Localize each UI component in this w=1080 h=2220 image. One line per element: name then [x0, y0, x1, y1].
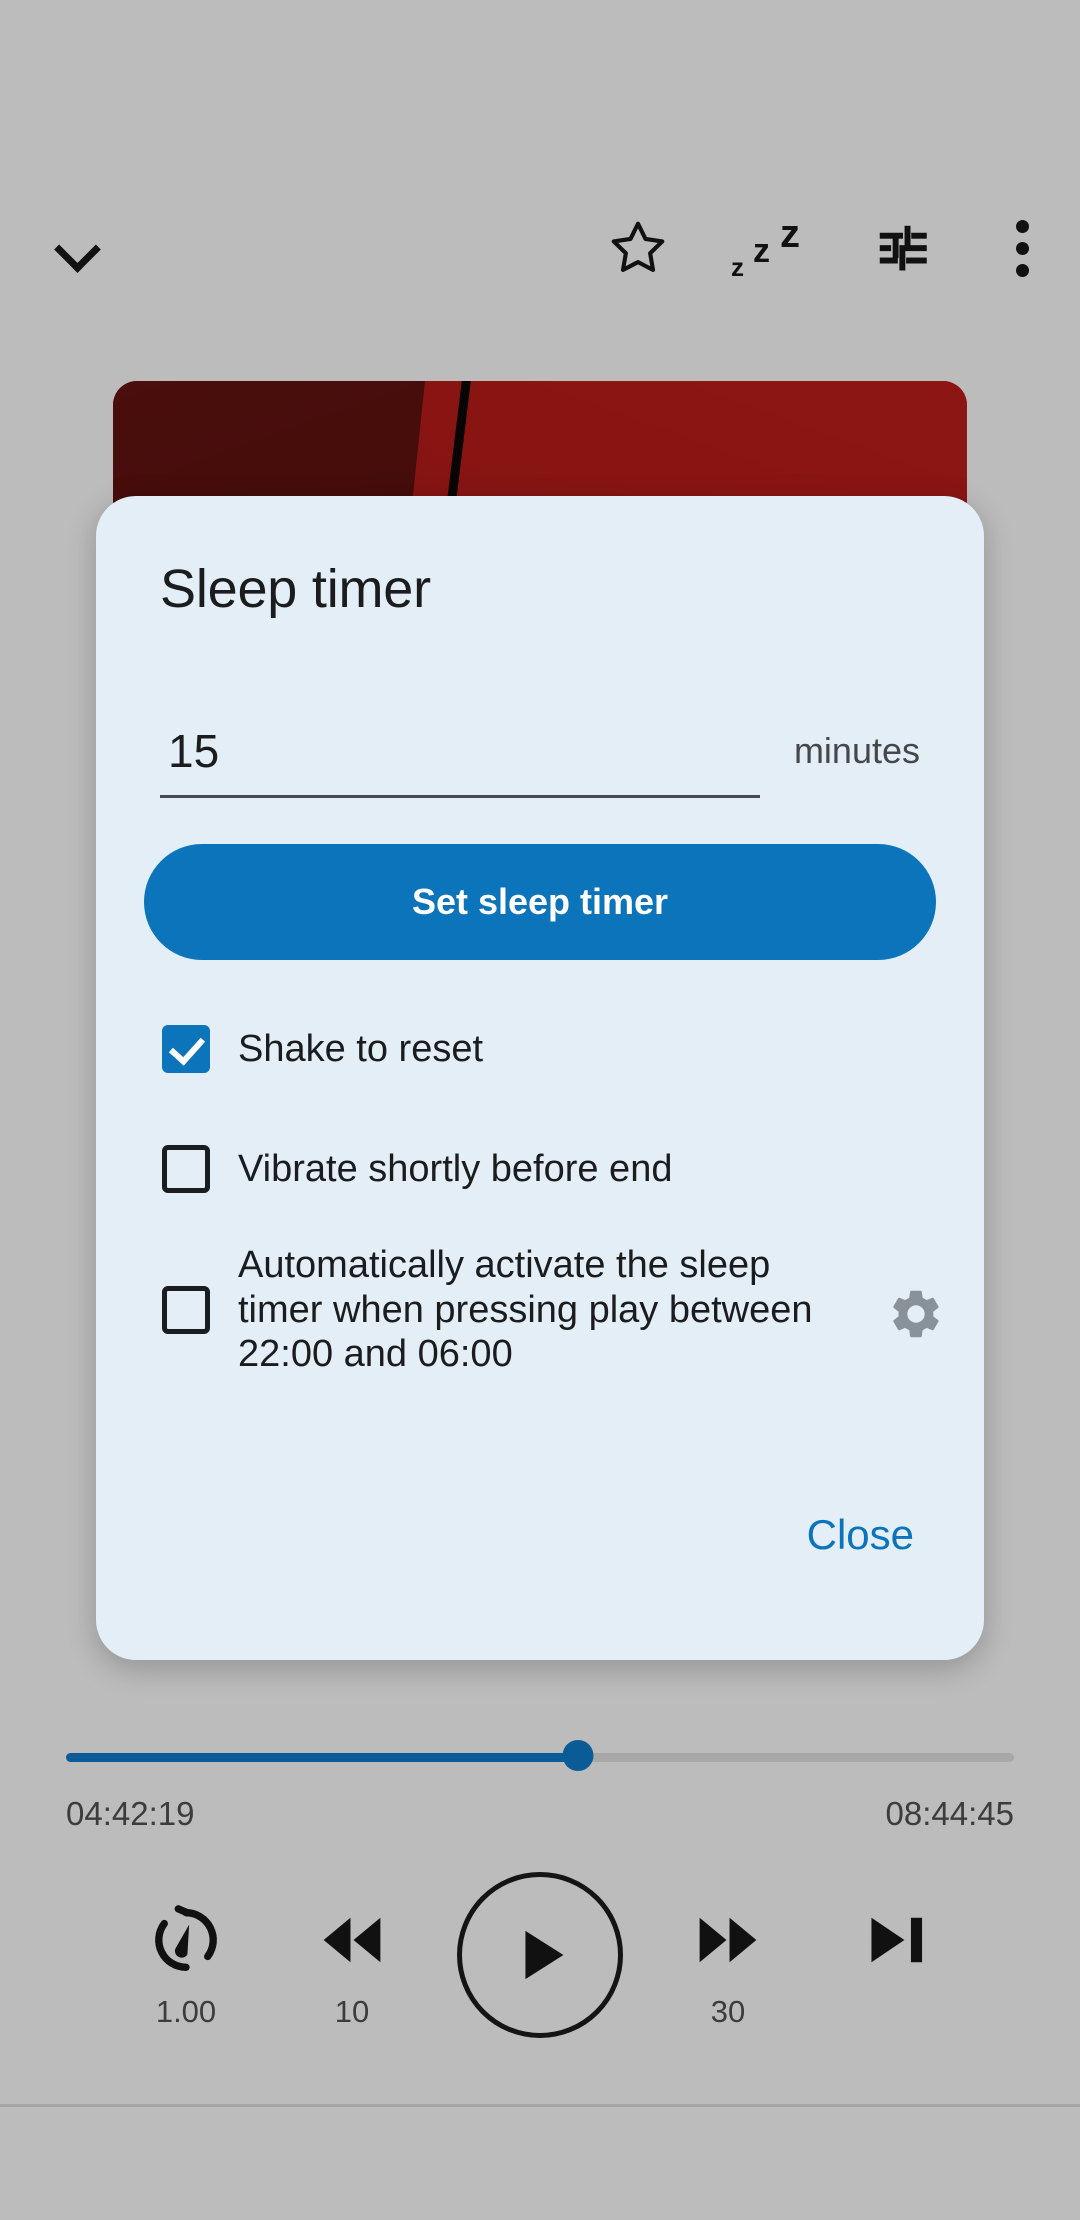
auto-activate-settings-button[interactable]	[884, 1282, 948, 1346]
forward-seconds: 30	[710, 1994, 746, 2029]
player-screen: z z z Sleep timer 15 minutes Set sleep t…	[0, 0, 1080, 2220]
checkbox-vibrate-before-end[interactable]	[162, 1145, 210, 1193]
favorite-button[interactable]	[590, 200, 686, 296]
sleep-z-large: z	[780, 212, 800, 256]
star-outline-icon	[611, 221, 665, 273]
transport-controls: 1.00 10 30	[0, 1872, 1080, 2070]
minutes-input[interactable]	[160, 712, 760, 798]
equalizer-button[interactable]	[855, 200, 951, 296]
rewind-icon	[306, 1888, 398, 1992]
play-icon	[525, 1930, 564, 1980]
close-dialog-button[interactable]: Close	[793, 1501, 928, 1569]
elapsed-time: 04:42:19	[66, 1795, 195, 1832]
skip-next-icon	[850, 1888, 942, 1992]
sleep-z-medium: z	[753, 232, 770, 270]
overflow-menu-icon	[1016, 211, 1030, 286]
play-button[interactable]	[457, 1872, 623, 2038]
top-app-bar: z z z	[0, 95, 1080, 280]
checkbox-shake-to-reset[interactable]	[162, 1025, 210, 1073]
dialog-title: Sleep timer	[160, 559, 431, 619]
rewind-button[interactable]: 10	[292, 1888, 412, 2030]
seek-thumb[interactable]	[562, 1740, 594, 1771]
bottom-divider	[0, 2104, 1080, 2107]
option-label-auto-activate: Automatically activate the sleep timer w…	[238, 1243, 813, 1376]
rewind-seconds: 10	[334, 1994, 370, 2029]
playback-speed-icon	[144, 1888, 228, 1992]
chevron-down-icon	[57, 227, 99, 269]
gear-icon	[893, 1290, 939, 1338]
playback-speed-button[interactable]: 1.00	[126, 1888, 246, 2030]
minutes-unit-label: minutes	[793, 730, 920, 771]
fast-forward-button[interactable]: 30	[668, 1888, 788, 2030]
sleep-timer-button[interactable]: z z z	[722, 200, 818, 296]
option-row-vibrate-before-end[interactable]: Vibrate shortly before end	[144, 1124, 944, 1214]
play-button-circle	[457, 1872, 623, 2038]
option-label-vibrate-before-end: Vibrate shortly before end	[238, 1147, 673, 1190]
collapse-player-button[interactable]	[30, 200, 126, 296]
tune-sliders-icon	[879, 225, 927, 271]
option-label-shake-to-reset: Shake to reset	[238, 1027, 484, 1070]
overflow-menu-button[interactable]	[975, 200, 1071, 296]
sleep-timer-dialog: Sleep timer minutes Set sleep timer Shak…	[96, 496, 984, 1660]
total-time: 08:44:45	[885, 1795, 1014, 1832]
seek-bar[interactable]	[66, 1740, 1014, 1771]
skip-next-button[interactable]	[836, 1888, 956, 1992]
minutes-row: minutes	[160, 712, 920, 822]
seek-progress-fill	[66, 1753, 578, 1762]
set-sleep-timer-button[interactable]: Set sleep timer	[144, 844, 936, 960]
sleep-z-small: z	[731, 252, 744, 282]
fast-forward-icon	[682, 1888, 774, 1992]
option-row-auto-activate[interactable]: Automatically activate the sleep timer w…	[144, 1226, 944, 1394]
option-row-shake-to-reset[interactable]: Shake to reset	[144, 1004, 944, 1094]
zzz-sleep-icon: z z z	[731, 212, 809, 282]
checkbox-auto-activate[interactable]	[162, 1286, 210, 1334]
playback-speed-value: 1.00	[155, 1994, 217, 2029]
